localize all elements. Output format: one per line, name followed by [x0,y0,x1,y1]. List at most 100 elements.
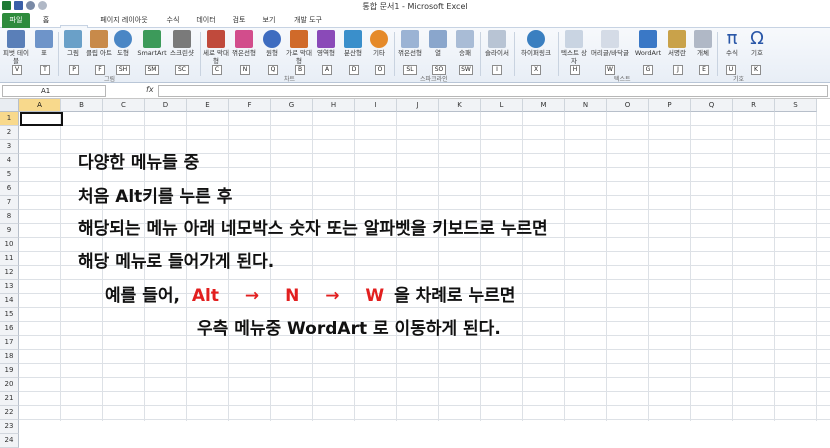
column-header-i[interactable]: I [355,99,397,112]
row-header-16[interactable]: 16 [0,322,19,336]
row-header-5[interactable]: 5 [0,168,19,182]
symbol-button[interactable]: Ω 기호 [744,28,770,58]
pie-chart-button[interactable]: 원형 [259,30,285,57]
smartart-button[interactable]: SmartArt [136,30,168,57]
row-header-18[interactable]: 18 [0,350,19,364]
column-header-n[interactable]: N [565,99,607,112]
shapes-button[interactable]: 도형 [110,30,136,57]
name-box[interactable]: A1 [2,85,106,97]
instruction-line-4: 해당 메뉴로 들어가게 된다. [78,252,275,272]
keytip: P [69,65,79,75]
signature-icon [668,30,686,48]
column-header-q[interactable]: Q [691,99,733,112]
row-header-24[interactable]: 24 [0,434,19,448]
omega-icon: Ω [750,28,764,49]
column-header-d[interactable]: D [145,99,187,112]
column-header-k[interactable]: K [439,99,481,112]
column-chart-button[interactable]: 세로 막대형 [203,30,229,65]
row-header-4[interactable]: 4 [0,154,19,168]
keytip: H [570,65,580,75]
column-header-p[interactable]: P [649,99,691,112]
column-header-e[interactable]: E [187,99,229,112]
tab-formulas[interactable]: 수식 [160,13,186,28]
sparkline-winloss-button[interactable]: 승패 [452,30,478,57]
row-header-3[interactable]: 3 [0,140,19,154]
row-header-23[interactable]: 23 [0,420,19,434]
pivot-table-button[interactable]: 피벗 테이블 [3,30,29,65]
row-header-19[interactable]: 19 [0,364,19,378]
row-header-7[interactable]: 7 [0,196,19,210]
row-header-2[interactable]: 2 [0,126,19,140]
row-header-17[interactable]: 17 [0,336,19,350]
column-header-j[interactable]: J [397,99,439,112]
column-header-f[interactable]: F [229,99,271,112]
wordart-icon [639,30,657,48]
row-header-21[interactable]: 21 [0,392,19,406]
column-header-a[interactable]: A [19,99,61,112]
tab-file[interactable]: 파일 [2,13,30,28]
equation-button[interactable]: π 수식 [719,30,745,58]
picture-icon [64,30,82,48]
tab-review[interactable]: 검토 [226,13,252,28]
bar-chart-button[interactable]: 가로 막대형 [286,30,312,65]
active-cell-a1[interactable] [20,112,63,126]
sparkline-line-button[interactable]: 꺾은선형 [397,30,423,57]
row-header-15[interactable]: 15 [0,308,19,322]
row-header-6[interactable]: 6 [0,182,19,196]
screenshot-icon [173,30,191,48]
column-header-g[interactable]: G [271,99,313,112]
object-button[interactable]: 개체 [690,30,716,57]
select-all-corner[interactable] [0,99,19,112]
keytip: SM [145,65,159,75]
column-header-r[interactable]: R [733,99,775,112]
row-header-13[interactable]: 13 [0,280,19,294]
row-header-14[interactable]: 14 [0,294,19,308]
row-header-22[interactable]: 22 [0,406,19,420]
scatter-chart-button[interactable]: 분산형 [340,30,366,57]
row-header-12[interactable]: 12 [0,266,19,280]
tab-view[interactable]: 보기 [256,13,282,28]
slicer-button[interactable]: 슬라이서 [483,30,511,57]
keytip: N [240,65,250,75]
hyperlink-button[interactable]: 하이퍼링크 [518,30,554,57]
row-header-11[interactable]: 11 [0,252,19,266]
row-header-9[interactable]: 9 [0,224,19,238]
tab-developer[interactable]: 개발 도구 [286,13,330,28]
table-button[interactable]: 표 [31,30,57,57]
divider [514,32,515,76]
picture-button[interactable]: 그림 [60,30,86,57]
column-header-l[interactable]: L [481,99,523,112]
line-chart-button[interactable]: 꺾은선형 [231,30,257,57]
column-header-s[interactable]: S [775,99,817,112]
row-header-8[interactable]: 8 [0,210,19,224]
area-chart-button[interactable]: 영역형 [313,30,339,57]
clip-art-button[interactable]: 클립 아트 [86,30,112,57]
keytip: C [212,65,222,75]
divider [200,32,201,76]
other-charts-button[interactable]: 기타 [366,30,392,57]
sparkline-column-button[interactable]: 열 [425,30,451,57]
text-box-button[interactable]: 텍스트 상자 [561,30,587,65]
keytip: V [12,65,22,75]
row-header-20[interactable]: 20 [0,378,19,392]
screenshot-button[interactable]: 스크린샷 [168,30,196,57]
pivot-table-icon [7,30,25,48]
column-header-c[interactable]: C [103,99,145,112]
fx-icon[interactable]: fx [146,85,154,94]
signature-line-button[interactable]: 서명란 [664,30,690,57]
column-header-o[interactable]: O [607,99,649,112]
wordart-button[interactable]: WordArt [633,30,663,57]
keytip: G [643,65,653,75]
tab-data[interactable]: 데이터 [190,13,222,28]
keytip: Q [268,65,278,75]
column-header-h[interactable]: H [313,99,355,112]
tab-page-layout[interactable]: 페이지 레이아웃 [92,13,156,28]
column-header-m[interactable]: M [523,99,565,112]
formula-input[interactable] [158,85,828,97]
column-header-b[interactable]: B [61,99,103,112]
row-header-10[interactable]: 10 [0,238,19,252]
header-footer-button[interactable]: 머리글/바닥글 [588,30,632,57]
row-header-1[interactable]: 1 [0,112,19,126]
keytip: K [751,65,761,75]
tab-home[interactable]: 홈 [34,13,58,28]
